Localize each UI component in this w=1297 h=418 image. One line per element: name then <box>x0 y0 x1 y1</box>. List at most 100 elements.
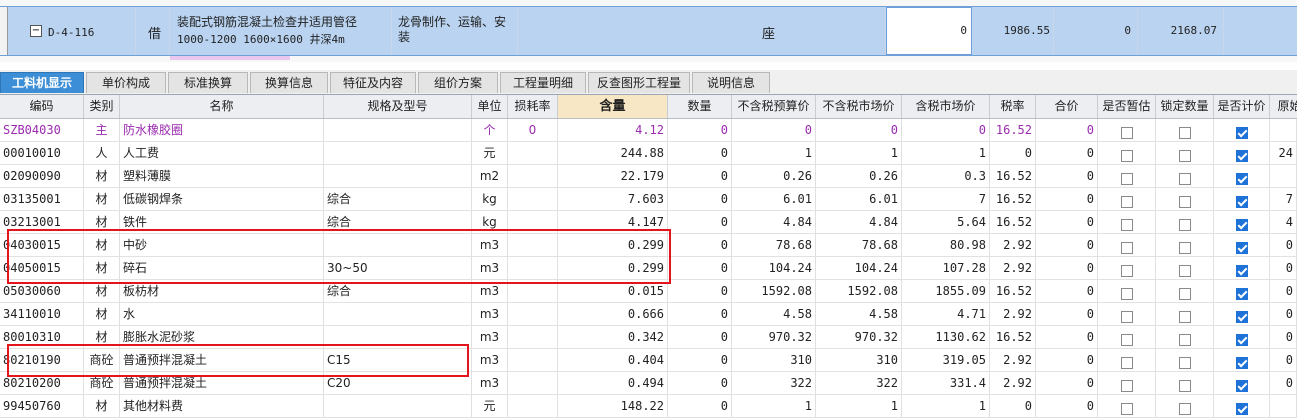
table-row[interactable]: 99450760 材其他材料费元 148.22 0 1 1 1 0 0 <box>0 395 1297 418</box>
cell-loss[interactable] <box>508 303 558 326</box>
cell-code[interactable]: 80210190 <box>0 349 84 372</box>
lock-checkbox[interactable] <box>1178 195 1191 208</box>
cell-unit[interactable]: kg <box>472 211 508 234</box>
lock-checkbox[interactable] <box>1178 333 1191 346</box>
header-col-3[interactable]: 规格及型号 <box>324 95 472 118</box>
table-row[interactable]: 04050015 材碎石 30~50 m3 0.299 0 104.24 104.24 107.… <box>0 257 1297 280</box>
cell-total[interactable]: 0 <box>1036 165 1098 188</box>
cell-spec[interactable]: 综合 <box>324 188 472 211</box>
lock-checkbox[interactable] <box>1178 287 1191 300</box>
cell-p1[interactable]: 104.24 <box>732 257 816 280</box>
table-row[interactable]: 05030060 材板枋材 综合 m3 0.015 0 1592.08 1592.08 1855… <box>0 280 1297 303</box>
cell-orig[interactable]: 4 <box>1270 211 1297 234</box>
cell-p1[interactable]: 970.32 <box>732 326 816 349</box>
tab-2[interactable]: 标准换算 <box>168 72 248 93</box>
header-col-7[interactable]: 数量 <box>668 95 732 118</box>
cell-orig[interactable]: 7 <box>1270 188 1297 211</box>
cell-loss[interactable]: 0 <box>508 119 558 142</box>
cell-type[interactable]: 材 <box>84 211 120 234</box>
cell-code[interactable]: 80210200 <box>0 372 84 395</box>
cell-p3[interactable]: 331.4 <box>902 372 990 395</box>
cell-p3[interactable]: 4.71 <box>902 303 990 326</box>
cell-p3[interactable]: 1 <box>902 395 990 418</box>
est-checkbox[interactable] <box>1120 379 1133 392</box>
priced-checkbox[interactable] <box>1235 172 1248 185</box>
cell-p3[interactable]: 1855.09 <box>902 280 990 303</box>
header-col-8[interactable]: 不含税预算价 <box>732 95 816 118</box>
tab-7[interactable]: 反查图形工程量 <box>588 72 690 93</box>
cell-total[interactable]: 0 <box>1036 303 1098 326</box>
cell-p2[interactable]: 970.32 <box>816 326 902 349</box>
cell-code[interactable]: SZB04030 <box>0 119 84 142</box>
cell-tax[interactable]: 2.92 <box>990 257 1036 280</box>
priced-checkbox[interactable] <box>1235 310 1248 323</box>
cell-qty[interactable]: 0 <box>668 372 732 395</box>
cell-qty[interactable]: 0 <box>668 142 732 165</box>
cell-total[interactable]: 0 <box>1036 326 1098 349</box>
tab-3[interactable]: 换算信息 <box>250 72 328 93</box>
cell-content[interactable]: 0.299 <box>558 234 668 257</box>
cell-spec[interactable] <box>324 165 472 188</box>
lock-checkbox[interactable] <box>1178 126 1191 139</box>
lock-checkbox[interactable] <box>1178 241 1191 254</box>
cell-orig[interactable]: 0 <box>1270 303 1297 326</box>
cell-name[interactable]: 水 <box>120 303 324 326</box>
header-col-16[interactable]: 原始 <box>1270 95 1297 118</box>
cell-p2[interactable]: 1 <box>816 142 902 165</box>
cell-orig[interactable]: 0 <box>1270 257 1297 280</box>
cell-type[interactable]: 材 <box>84 280 120 303</box>
cell-tax[interactable]: 16.52 <box>990 280 1036 303</box>
header-col-2[interactable]: 名称 <box>120 95 324 118</box>
est-checkbox[interactable] <box>1120 241 1133 254</box>
table-row[interactable]: 03135001 材低碳钢焊条 综合 kg 7.603 0 6.01 6.01 7 16.52 0 7 <box>0 188 1297 211</box>
cell-tax[interactable]: 16.52 <box>990 326 1036 349</box>
table-row[interactable]: 00010010 人人工费元 244.88 0 1 1 1 0 0 24 <box>0 142 1297 165</box>
lock-checkbox[interactable] <box>1178 356 1191 369</box>
cell-qty[interactable]: 0 <box>668 165 732 188</box>
cell-type[interactable]: 主 <box>84 119 120 142</box>
lock-checkbox[interactable] <box>1178 172 1191 185</box>
cell-name[interactable]: 普通预拌混凝土 <box>120 349 324 372</box>
cell-p3[interactable]: 7 <box>902 188 990 211</box>
cell-tax[interactable]: 2.92 <box>990 349 1036 372</box>
cell-loss[interactable] <box>508 142 558 165</box>
cell-loss[interactable] <box>508 349 558 372</box>
cell-tax[interactable]: 16.52 <box>990 211 1036 234</box>
cell-p1[interactable]: 1592.08 <box>732 280 816 303</box>
cell-type[interactable]: 材 <box>84 165 120 188</box>
cell-p3[interactable]: 319.05 <box>902 349 990 372</box>
cell-p3[interactable]: 0 <box>902 119 990 142</box>
cell-total[interactable]: 0 <box>1036 372 1098 395</box>
cell-spec[interactable]: 30~50 <box>324 257 472 280</box>
priced-checkbox[interactable] <box>1235 333 1248 346</box>
cell-loss[interactable] <box>508 372 558 395</box>
cell-p1[interactable]: 1 <box>732 142 816 165</box>
cell-p2[interactable]: 78.68 <box>816 234 902 257</box>
cell-spec[interactable]: 综合 <box>324 280 472 303</box>
cell-p2[interactable]: 0.26 <box>816 165 902 188</box>
cell-type[interactable]: 商砼 <box>84 372 120 395</box>
cell-content[interactable]: 4.12 <box>558 119 668 142</box>
header-col-0[interactable]: 编码 <box>0 95 84 118</box>
cell-type[interactable]: 材 <box>84 188 120 211</box>
cell-content[interactable]: 0.015 <box>558 280 668 303</box>
cell-p3[interactable]: 107.28 <box>902 257 990 280</box>
cell-code[interactable]: 34110010 <box>0 303 84 326</box>
cell-name[interactable]: 防水橡胶圈 <box>120 119 324 142</box>
header-col-1[interactable]: 类别 <box>84 95 120 118</box>
cell-total[interactable]: 0 <box>1036 257 1098 280</box>
cell-unit[interactable]: m3 <box>472 303 508 326</box>
cell-spec[interactable]: C15 <box>324 349 472 372</box>
cell-p2[interactable]: 6.01 <box>816 188 902 211</box>
tab-1[interactable]: 单价构成 <box>86 72 166 93</box>
cell-content[interactable]: 7.603 <box>558 188 668 211</box>
header-col-15[interactable]: 是否计价 <box>1214 95 1270 118</box>
cell-spec[interactable] <box>324 119 472 142</box>
unit-cell[interactable] <box>518 7 886 55</box>
cell-unit[interactable]: 元 <box>472 142 508 165</box>
cell-loss[interactable] <box>508 395 558 418</box>
cell-loss[interactable] <box>508 326 558 349</box>
cell-total[interactable]: 0 <box>1036 234 1098 257</box>
cell-type[interactable]: 商砼 <box>84 349 120 372</box>
cell-code[interactable]: 02090090 <box>0 165 84 188</box>
